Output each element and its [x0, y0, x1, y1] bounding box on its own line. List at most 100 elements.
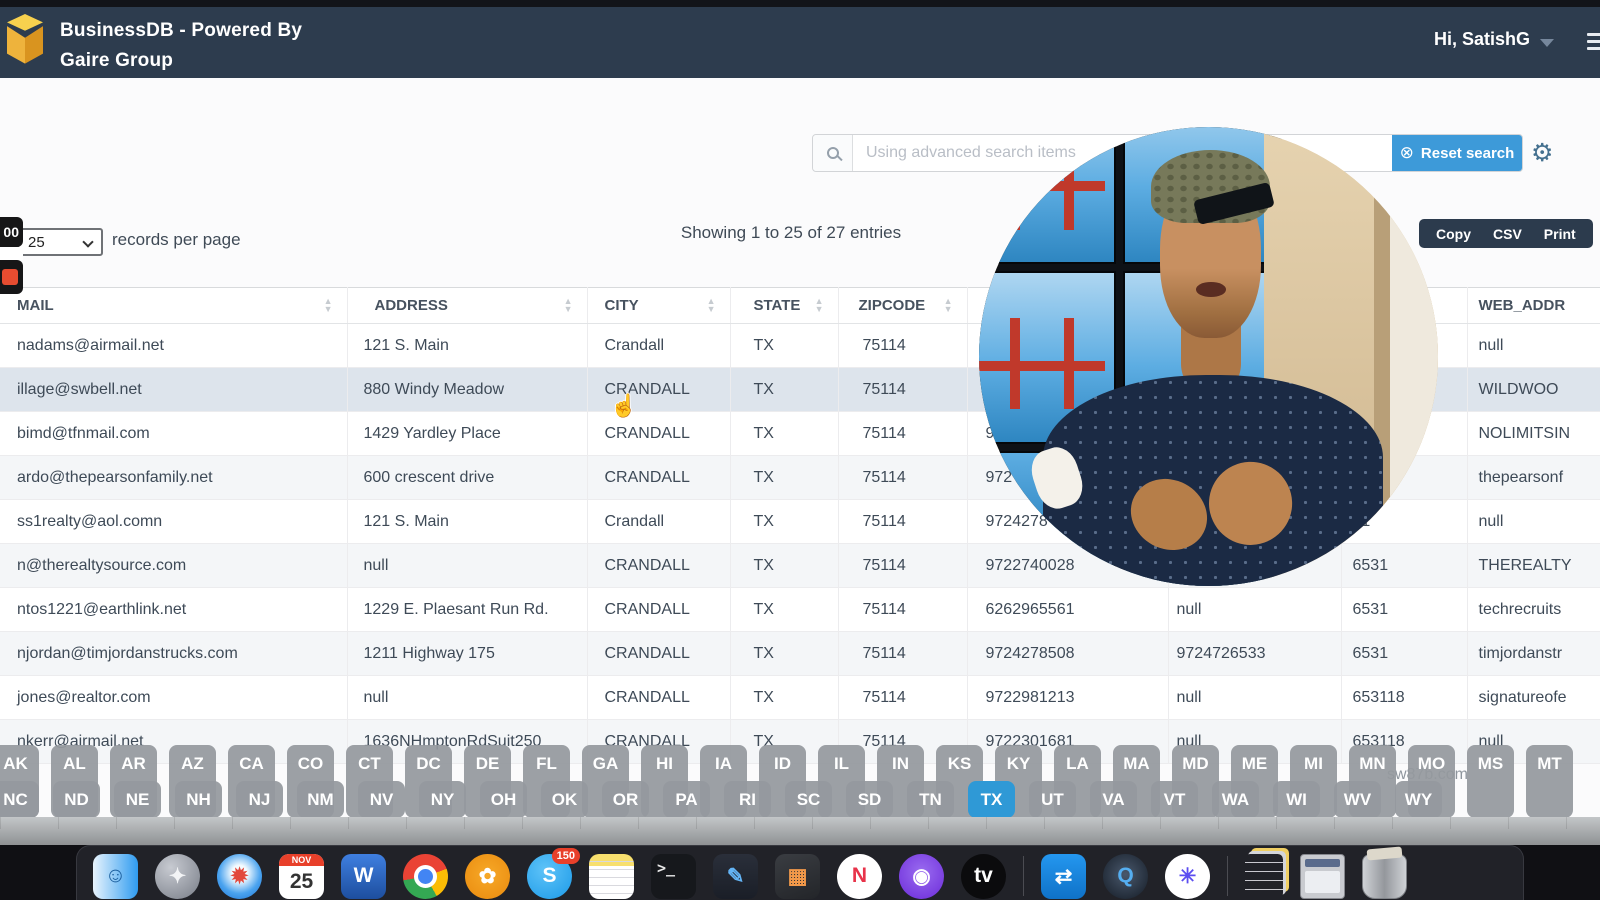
- state-button[interactable]: SC: [785, 781, 832, 818]
- cell-phone2: 9724726533: [1168, 632, 1341, 676]
- cell-address: null: [347, 544, 587, 588]
- state-button[interactable]: WI: [1273, 781, 1320, 818]
- cell-address: 1429 Yardley Place: [347, 412, 587, 456]
- cell-phone2: null: [1168, 588, 1341, 632]
- calendar-icon[interactable]: NOV 25: [279, 854, 324, 899]
- cell-zipcode: 75114: [838, 676, 967, 720]
- state-button[interactable]: NE: [114, 781, 161, 818]
- state-button[interactable]: OH: [480, 781, 527, 818]
- cell-web-address: THEREALTY: [1467, 544, 1600, 588]
- cell-email: bimd@tfnmail.com: [0, 412, 347, 456]
- notification-badge: 150: [552, 848, 580, 864]
- state-button[interactable]: TN: [907, 781, 954, 818]
- notes-icon[interactable]: [589, 854, 634, 899]
- cell-code: 6531: [1341, 588, 1467, 632]
- cell-city: CRANDALL: [587, 456, 730, 500]
- state-button[interactable]: OR: [602, 781, 649, 818]
- table-row[interactable]: njordan@timjordanstrucks.com 1211 Highwa…: [0, 632, 1600, 676]
- column-header[interactable]: MAIL: [0, 288, 347, 324]
- skype-icon[interactable]: 150 S: [527, 854, 572, 899]
- word-icon[interactable]: W: [341, 854, 386, 899]
- column-header[interactable]: ZIPCODE: [838, 288, 967, 324]
- safari-icon[interactable]: ✹: [217, 854, 262, 899]
- appletv-icon[interactable]: tv: [961, 854, 1006, 899]
- sort-arrows-icon[interactable]: [815, 297, 824, 313]
- webcam-overlay: [979, 127, 1438, 586]
- table-row[interactable]: jones@realtor.com null CRANDALL TX 75114…: [0, 676, 1600, 720]
- column-header[interactable]: ADDRESS: [347, 288, 587, 324]
- terminal-icon[interactable]: >_: [651, 854, 696, 899]
- column-header-label: MAIL: [17, 297, 54, 314]
- sort-arrows-icon[interactable]: [324, 297, 333, 313]
- state-button[interactable]: TX: [968, 781, 1015, 818]
- state-button[interactable]: NH: [175, 781, 222, 818]
- state-button[interactable]: WA: [1212, 781, 1259, 818]
- print-button[interactable]: Print: [1533, 226, 1587, 242]
- user-menu[interactable]: Hi, SatishG: [1434, 29, 1530, 50]
- chrome-icon[interactable]: [403, 854, 448, 899]
- state-button[interactable]: WY: [1395, 781, 1442, 818]
- state-button[interactable]: MS: [1467, 745, 1514, 818]
- cell-city: CRANDALL: [587, 588, 730, 632]
- app-title: BusinessDB - Powered By Gaire Group: [60, 16, 302, 76]
- state-button[interactable]: UT: [1029, 781, 1076, 818]
- finder-icon[interactable]: ☺: [93, 854, 138, 899]
- cell-address: 121 S. Main: [347, 500, 587, 544]
- records-per-page-label: records per page: [112, 230, 241, 250]
- loom-icon[interactable]: ✳: [1165, 854, 1210, 899]
- table-row[interactable]: ntos1221@earthlink.net 1229 E. Plaesant …: [0, 588, 1600, 632]
- cell-email: n@therealtysource.com: [0, 544, 347, 588]
- keynote-icon[interactable]: ✎: [713, 854, 758, 899]
- state-button[interactable]: NM: [297, 781, 344, 818]
- chevron-down-icon[interactable]: [1540, 39, 1554, 47]
- cell-address: 1229 E. Plaesant Run Rd.: [347, 588, 587, 632]
- state-button[interactable]: RI: [724, 781, 771, 818]
- dock-divider: [1023, 856, 1024, 896]
- state-button[interactable]: NJ: [236, 781, 283, 818]
- state-button[interactable]: ND: [53, 781, 100, 818]
- gear-icon[interactable]: ⚙: [1531, 138, 1553, 168]
- documents-stack-icon[interactable]: [1245, 854, 1283, 898]
- state-button[interactable]: NY: [419, 781, 466, 818]
- cell-code: 6531: [1341, 632, 1467, 676]
- records-per-page-select[interactable]: 25: [17, 228, 103, 256]
- state-button[interactable]: NV: [358, 781, 405, 818]
- hamburger-menu-icon[interactable]: [1587, 33, 1600, 54]
- column-header[interactable]: STATE: [730, 288, 838, 324]
- column-header-label: WEB_ADDR: [1479, 297, 1566, 314]
- teamviewer-icon[interactable]: ⇄: [1041, 854, 1086, 899]
- csv-button[interactable]: CSV: [1482, 226, 1533, 242]
- podcasts-icon[interactable]: ◉: [899, 854, 944, 899]
- column-header[interactable]: WEB_ADDR: [1467, 288, 1600, 324]
- cell-web-address: NOLIMITSIN: [1467, 412, 1600, 456]
- calculator-icon[interactable]: ▦: [775, 854, 820, 899]
- state-button[interactable]: WV: [1334, 781, 1381, 818]
- cell-state: TX: [730, 412, 838, 456]
- cell-web-address: timjordanstr: [1467, 632, 1600, 676]
- cell-email: ss1realty@aol.comn: [0, 500, 347, 544]
- state-button[interactable]: MT: [1526, 745, 1573, 818]
- state-button[interactable]: VA: [1090, 781, 1137, 818]
- page-size-value: 25: [28, 234, 45, 251]
- cell-email: ardo@thepearsonfamily.net: [0, 456, 347, 500]
- state-button[interactable]: OK: [541, 781, 588, 818]
- stop-recording-button[interactable]: [2, 269, 18, 285]
- flower-app-icon[interactable]: ✿: [465, 854, 510, 899]
- search-icon: [813, 135, 853, 171]
- sort-arrows-icon[interactable]: [707, 297, 716, 313]
- column-header[interactable]: CITY: [587, 288, 730, 324]
- quicktime-icon[interactable]: Q: [1103, 854, 1148, 899]
- state-button[interactable]: VT: [1151, 781, 1198, 818]
- state-button[interactable]: NC: [0, 781, 39, 818]
- sort-arrows-icon[interactable]: [944, 297, 953, 313]
- macos-dock: ☺ ✦ ✹ NOV 25: [76, 845, 1524, 900]
- trash-icon[interactable]: [1362, 854, 1407, 899]
- sort-arrows-icon[interactable]: [564, 297, 573, 313]
- cell-web-address: WILDWOO: [1467, 368, 1600, 412]
- state-button[interactable]: PA: [663, 781, 710, 818]
- column-header-label: ADDRESS: [375, 297, 448, 314]
- state-button[interactable]: SD: [846, 781, 893, 818]
- news-icon[interactable]: N: [837, 854, 882, 899]
- launchpad-icon[interactable]: ✦: [155, 854, 200, 899]
- window-thumb-icon[interactable]: [1300, 854, 1345, 899]
